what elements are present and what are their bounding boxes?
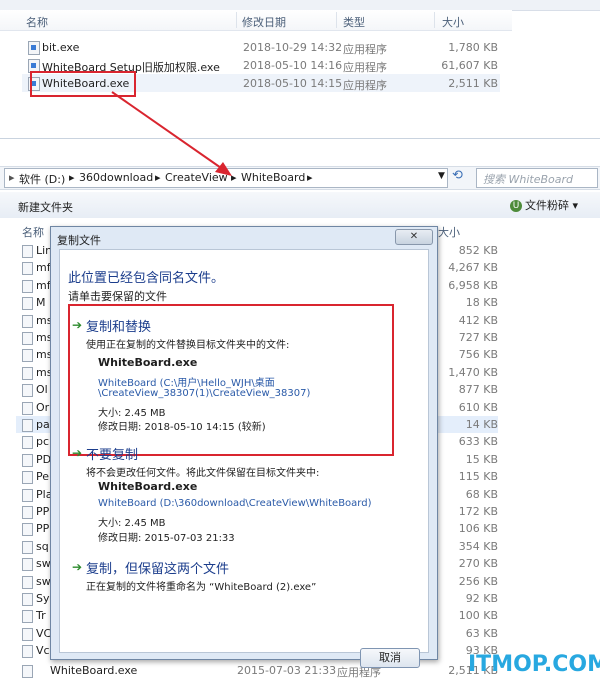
annotation-arrow	[111, 91, 232, 176]
watermark: ITMOP.COM	[468, 652, 600, 677]
